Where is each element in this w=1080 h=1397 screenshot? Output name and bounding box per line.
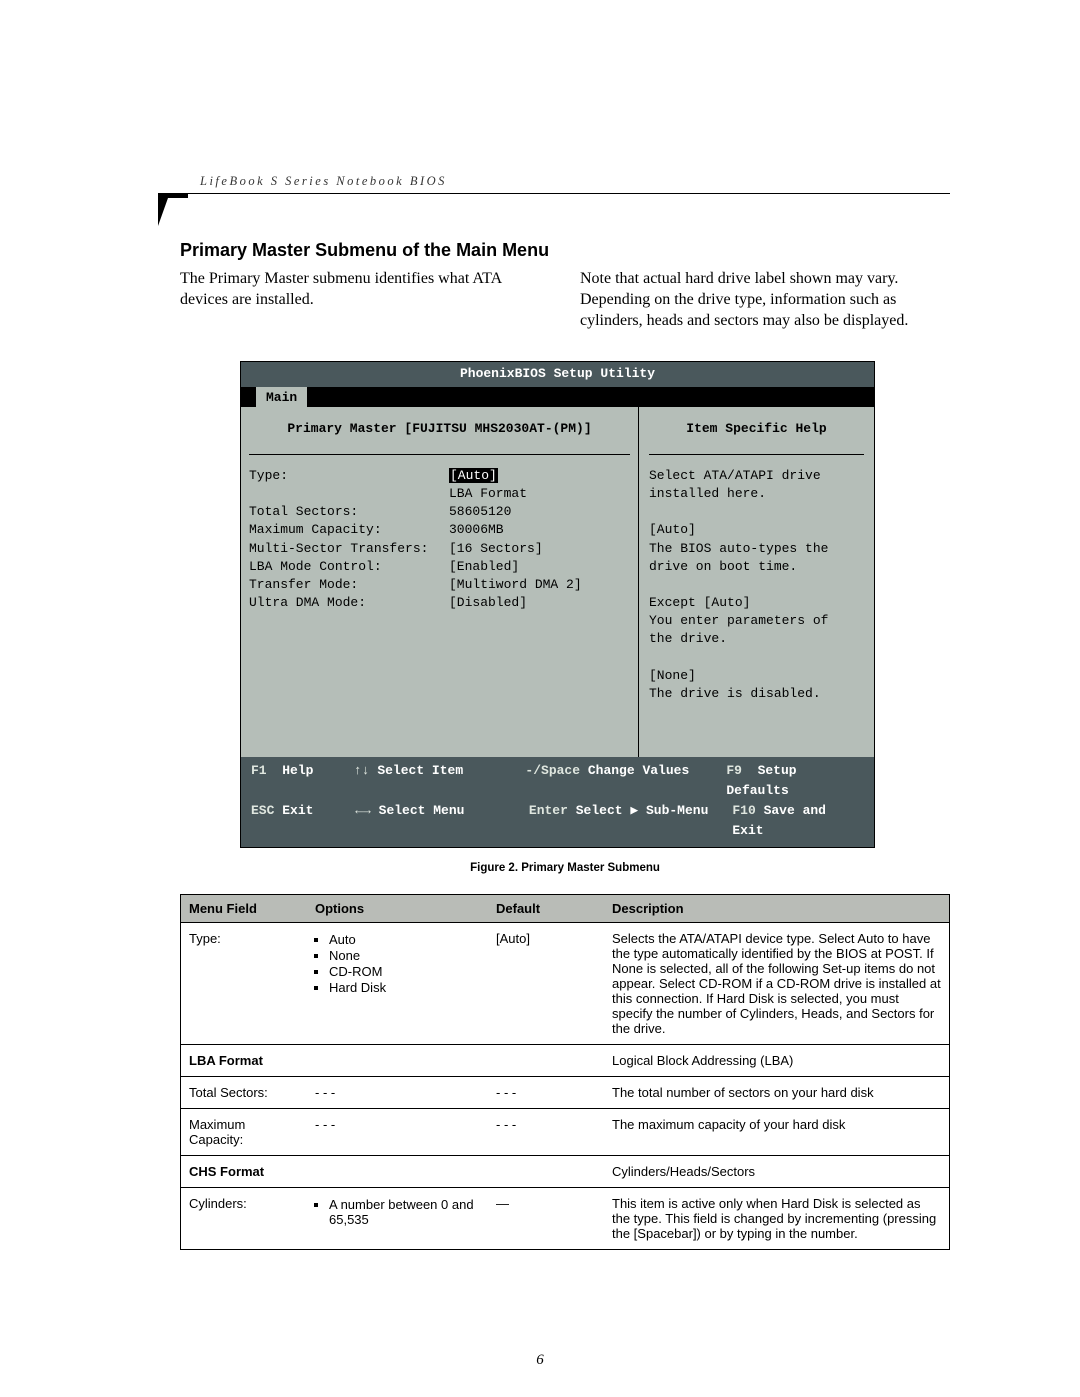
- bios-field-label: Maximum Capacity:: [249, 521, 449, 539]
- bios-help-line: [649, 649, 864, 667]
- table-row: Cylinders: A number between 0 and 65,535 —…: [181, 1188, 950, 1250]
- table-cell-default: - - -: [488, 1109, 604, 1156]
- bios-field-row[interactable]: Multi-Sector Transfers:[16 Sectors]: [249, 540, 630, 558]
- bios-help-line: You enter parameters of: [649, 612, 864, 630]
- bios-field-value[interactable]: [Multiword DMA 2]: [449, 576, 582, 594]
- bios-field-value[interactable]: [Enabled]: [449, 558, 519, 576]
- bios-help-line: [None]: [649, 667, 864, 685]
- bios-title: PhoenixBIOS Setup Utility: [241, 362, 874, 386]
- bios-field-row[interactable]: Ultra DMA Mode:[Disabled]: [249, 594, 630, 612]
- bios-field-label: Type:: [249, 467, 449, 485]
- table-cell-menu: Maximum Capacity:: [181, 1109, 308, 1156]
- table-cell-desc: This item is active only when Hard Disk …: [604, 1188, 950, 1250]
- corner-ornament: [158, 198, 168, 226]
- table-subheader: LBA Format: [181, 1045, 605, 1077]
- section-title: Primary Master Submenu of the Main Menu: [180, 240, 950, 261]
- bios-help-panel: Item Specific Help Select ATA/ATAPI driv…: [639, 407, 874, 757]
- bios-left-panel: Primary Master [FUJITSU MHS2030AT-(PM)] …: [241, 407, 639, 757]
- bios-field-value[interactable]: LBA Format: [449, 485, 527, 503]
- bios-field-label: LBA Mode Control:: [249, 558, 449, 576]
- th-menu-field: Menu Field: [181, 895, 308, 923]
- table-row: Maximum Capacity:- - -- - -The maximum c…: [181, 1109, 950, 1156]
- bios-help-line: [649, 576, 864, 594]
- bios-help-line: Except [Auto]: [649, 594, 864, 612]
- bios-help-line: [649, 503, 864, 521]
- th-default: Default: [488, 895, 604, 923]
- bios-help-line: the drive.: [649, 630, 864, 648]
- page-number: 6: [0, 1352, 1080, 1369]
- table-row: LBA FormatLogical Block Addressing (LBA): [181, 1045, 950, 1077]
- list-item: CD-ROM: [329, 964, 480, 979]
- bios-footer: F1 Help ↑↓ Select Item -/Space Change Va…: [241, 757, 874, 848]
- bios-field-row[interactable]: Transfer Mode:[Multiword DMA 2]: [249, 576, 630, 594]
- bios-field-value[interactable]: [16 Sectors]: [449, 540, 543, 558]
- bios-field-row[interactable]: LBA Format: [249, 485, 630, 503]
- bios-help-line: drive on boot time.: [649, 558, 864, 576]
- table-subheader: CHS Format: [181, 1156, 605, 1188]
- table-cell-desc: Selects the ATA/ATAPI device type. Selec…: [604, 923, 950, 1045]
- table-cell-default: [Auto]: [488, 923, 604, 1045]
- list-item: Hard Disk: [329, 980, 480, 995]
- page: LifeBook S Series Notebook BIOS Primary …: [0, 0, 1080, 1397]
- bios-help-line: [Auto]: [649, 521, 864, 539]
- table-cell-options: A number between 0 and 65,535: [307, 1188, 488, 1250]
- bios-field-value[interactable]: [Disabled]: [449, 594, 527, 612]
- table-cell-options: - - -: [307, 1109, 488, 1156]
- description-table: Menu Field Options Default Description T…: [180, 894, 950, 1250]
- list-item: None: [329, 948, 480, 963]
- bios-field-value[interactable]: 30006MB: [449, 521, 504, 539]
- bios-help-title: Item Specific Help: [649, 415, 864, 455]
- bios-field-value[interactable]: 58605120: [449, 503, 511, 521]
- bios-field-label: Multi-Sector Transfers:: [249, 540, 449, 558]
- table-cell-desc: Logical Block Addressing (LBA): [604, 1045, 950, 1077]
- bios-field-row[interactable]: Type:[Auto]: [249, 467, 630, 485]
- table-cell-default: - - -: [488, 1077, 604, 1109]
- intro-left: The Primary Master submenu identifies wh…: [180, 269, 550, 331]
- th-description: Description: [604, 895, 950, 923]
- bios-field-label: [249, 485, 449, 503]
- bios-menubar: Main: [241, 387, 874, 407]
- table-cell-menu: Type:: [181, 923, 308, 1045]
- bios-help-line: Select ATA/ATAPI drive: [649, 467, 864, 485]
- bios-field-label: Transfer Mode:: [249, 576, 449, 594]
- bios-field-label: Total Sectors:: [249, 503, 449, 521]
- table-cell-desc: The total number of sectors on your hard…: [604, 1077, 950, 1109]
- table-row: Total Sectors:- - -- - -The total number…: [181, 1077, 950, 1109]
- bios-screenshot: PhoenixBIOS Setup Utility Main Primary M…: [240, 361, 875, 848]
- table-cell-menu: Total Sectors:: [181, 1077, 308, 1109]
- bios-tab-main[interactable]: Main: [256, 387, 307, 409]
- bios-help-line: The drive is disabled.: [649, 685, 864, 703]
- running-header: LifeBook S Series Notebook BIOS: [200, 174, 447, 189]
- list-item: A number between 0 and 65,535: [329, 1197, 480, 1227]
- th-options: Options: [307, 895, 488, 923]
- table-cell-desc: Cylinders/Heads/Sectors: [604, 1156, 950, 1188]
- bios-field-row[interactable]: Maximum Capacity:30006MB: [249, 521, 630, 539]
- bios-help-line: The BIOS auto-types the: [649, 540, 864, 558]
- header-rule: [178, 193, 950, 194]
- table-cell-desc: The maximum capacity of your hard disk: [604, 1109, 950, 1156]
- bios-field-row[interactable]: Total Sectors:58605120: [249, 503, 630, 521]
- intro-columns: The Primary Master submenu identifies wh…: [180, 269, 950, 331]
- table-cell-menu: Cylinders:: [181, 1188, 308, 1250]
- list-item: Auto: [329, 932, 480, 947]
- table-row: CHS FormatCylinders/Heads/Sectors: [181, 1156, 950, 1188]
- figure-caption: Figure 2. Primary Master Submenu: [180, 862, 950, 874]
- bios-panel-title: Primary Master [FUJITSU MHS2030AT-(PM)]: [249, 415, 630, 455]
- bios-help-line: installed here.: [649, 485, 864, 503]
- table-row: Type:AutoNoneCD-ROMHard Disk[Auto]Select…: [181, 923, 950, 1045]
- intro-right: Note that actual hard drive label shown …: [580, 269, 950, 331]
- bios-field-row[interactable]: LBA Mode Control:[Enabled]: [249, 558, 630, 576]
- table-cell-options: - - -: [307, 1077, 488, 1109]
- table-cell-default: —: [488, 1188, 604, 1250]
- bios-field-label: Ultra DMA Mode:: [249, 594, 449, 612]
- bios-field-value[interactable]: [Auto]: [449, 467, 498, 485]
- table-cell-options: AutoNoneCD-ROMHard Disk: [307, 923, 488, 1045]
